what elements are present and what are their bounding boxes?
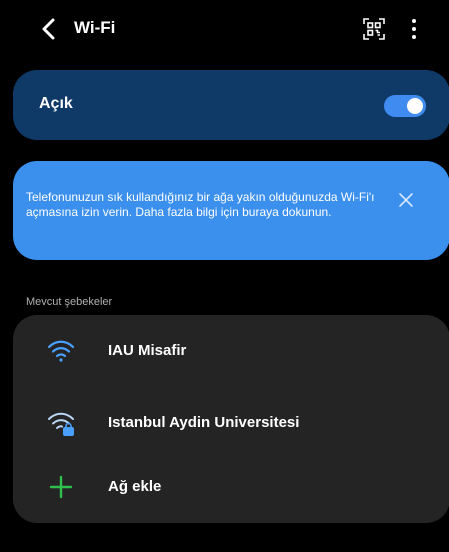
network-name: Istanbul Aydin Universitesi	[108, 414, 300, 431]
more-vertical-icon[interactable]	[404, 16, 424, 42]
wifi-lock-icon	[47, 411, 75, 436]
plus-icon	[47, 475, 75, 499]
wifi-toggle-card[interactable]: Açık	[13, 70, 449, 140]
info-banner[interactable]: Telefonunuzun sık kullandığınız bir ağa …	[13, 161, 449, 260]
available-networks-label: Mevcut şebekeler	[26, 296, 113, 308]
chevron-left-icon[interactable]	[34, 14, 64, 44]
top-app-bar: Wi-Fi	[0, 0, 449, 60]
wifi-icon	[47, 339, 75, 363]
network-item-iau-misafir[interactable]: IAU Misafir	[13, 321, 449, 381]
networks-list: IAU Misafir Istanbul Aydin Universitesi …	[13, 315, 449, 523]
network-name: IAU Misafir	[108, 342, 187, 359]
page-title: Wi-Fi	[74, 18, 116, 37]
close-icon[interactable]	[397, 191, 415, 209]
add-network-label: Ağ ekle	[108, 478, 162, 495]
info-banner-text: Telefonunuzun sık kullandığınız bir ağa …	[26, 190, 375, 219]
wifi-toggle-switch[interactable]	[384, 95, 426, 117]
switch-knob	[407, 98, 423, 114]
add-network-item[interactable]: Ağ ekle	[13, 457, 449, 517]
qr-code-icon[interactable]	[362, 17, 386, 41]
network-item-istanbul-aydin[interactable]: Istanbul Aydin Universitesi	[13, 393, 449, 453]
wifi-state-label: Açık	[39, 95, 73, 112]
